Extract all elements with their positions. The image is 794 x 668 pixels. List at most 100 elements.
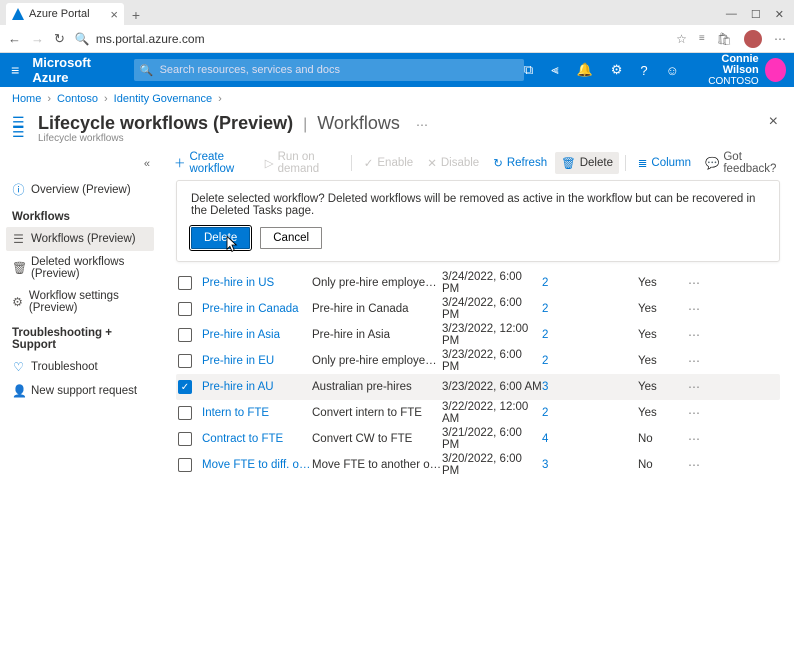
user-menu[interactable]: Connie Wilson CONTOSO — [691, 54, 794, 87]
dialog-message: Delete selected workflow? Deleted workfl… — [191, 193, 765, 217]
hamburger-icon[interactable]: ≡ — [0, 62, 30, 78]
breadcrumb-item[interactable]: Home — [12, 93, 41, 105]
sidebar-item-overview[interactable]: ⓘ Overview (Preview) — [6, 176, 154, 203]
back-icon[interactable]: ← — [8, 31, 21, 46]
maximize-icon[interactable]: ☐ — [751, 8, 761, 21]
workflow-count-link[interactable]: 3 — [542, 459, 638, 471]
workflow-name-link[interactable]: Pre-hire in Asia — [202, 329, 312, 341]
breadcrumb-item[interactable]: Contoso — [57, 93, 98, 105]
cloud-shell-icon[interactable]: ⧉ — [524, 62, 533, 78]
forward-icon[interactable]: → — [31, 31, 44, 46]
global-search[interactable]: 🔍 Search resources, services and docs — [134, 59, 524, 81]
workflow-count-link[interactable]: 2 — [542, 277, 638, 289]
table-row[interactable]: ✓Pre-hire in AUAustralian pre-hires3/23/… — [176, 374, 780, 400]
feedback-icon[interactable]: ☺ — [666, 63, 679, 78]
create-workflow-button[interactable]: ＋Create workflow — [168, 147, 257, 179]
browser-tab[interactable]: Azure Portal × — [6, 3, 124, 25]
workflow-name-link[interactable]: Pre-hire in US — [202, 277, 312, 289]
row-more-icon[interactable]: ⋯ — [688, 458, 701, 472]
new-tab-button[interactable]: + — [124, 7, 148, 25]
notifications-icon[interactable]: 🔔 — [577, 62, 593, 78]
workflow-count-link[interactable]: 2 — [542, 303, 638, 315]
sidebar-item-workflows[interactable]: ☰ Workflows (Preview) — [6, 227, 154, 251]
table-row[interactable]: Pre-hire in EUOnly pre-hire employees in… — [176, 348, 780, 374]
delete-button[interactable]: 🗑Delete — [555, 152, 619, 174]
breadcrumb-item[interactable]: Identity Governance — [114, 93, 212, 105]
extensions-icon[interactable]: ≡ — [699, 33, 705, 44]
row-checkbox[interactable]: ✓ — [178, 380, 192, 394]
row-more-icon[interactable]: ⋯ — [688, 302, 701, 316]
table-row[interactable]: Contract to FTEConvert CW to FTE3/21/202… — [176, 426, 780, 452]
address-bar[interactable]: 🔍 ms.portal.azure.com — [75, 32, 666, 46]
collapse-sidebar-icon[interactable]: « — [6, 156, 154, 176]
table-row[interactable]: Move FTE to diff. org.Move FTE to anothe… — [176, 452, 780, 478]
column-button[interactable]: ≣Column — [632, 152, 697, 174]
sidebar-item-label: New support request — [31, 385, 137, 397]
sidebar-item-deleted[interactable]: 🗑 Deleted workflows (Preview) — [6, 251, 154, 285]
close-tab-icon[interactable]: × — [110, 7, 118, 22]
row-more-icon[interactable]: ⋯ — [688, 276, 701, 290]
workflow-date: 3/24/2022, 6:00 PM — [442, 271, 542, 295]
check-icon: ✓ — [364, 156, 374, 170]
row-more-icon[interactable]: ⋯ — [688, 380, 701, 394]
row-more-icon[interactable]: ⋯ — [688, 406, 701, 420]
feedback-button[interactable]: 💬Got feedback? — [699, 147, 784, 179]
workflow-count-link[interactable]: 4 — [542, 433, 638, 445]
reading-list-icon[interactable]: ☆ — [676, 32, 687, 46]
filter-icon[interactable]: ⫷ — [551, 62, 558, 78]
row-checkbox[interactable] — [178, 406, 192, 420]
workflow-schedule: Yes — [638, 355, 688, 367]
confirm-delete-button[interactable]: Delete — [191, 227, 250, 249]
workflow-name-link[interactable]: Move FTE to diff. org. — [202, 459, 312, 471]
row-more-icon[interactable]: ⋯ — [688, 354, 701, 368]
table-row[interactable]: Pre-hire in CanadaPre-hire in Canada3/24… — [176, 296, 780, 322]
close-window-icon[interactable]: ✕ — [775, 8, 784, 21]
workflow-count-link[interactable]: 2 — [542, 407, 638, 419]
azure-top-bar: ≡ Microsoft Azure 🔍 Search resources, se… — [0, 53, 794, 87]
workflow-count-link[interactable]: 3 — [542, 381, 638, 393]
minimize-icon[interactable]: — — [726, 8, 737, 21]
sidebar: « ⓘ Overview (Preview) Workflows ☰ Workf… — [0, 148, 160, 668]
page-section: Workflows — [317, 113, 400, 134]
sidebar-item-settings[interactable]: ⚙ Workflow settings (Preview) — [6, 285, 154, 319]
disable-button: ✕Disable — [421, 152, 485, 174]
row-more-icon[interactable]: ⋯ — [688, 432, 701, 446]
more-icon[interactable]: ⋯ — [410, 118, 428, 132]
shopping-icon[interactable]: 🛍 — [717, 32, 732, 46]
brand-label[interactable]: Microsoft Azure — [30, 55, 133, 85]
page-subtitle: Lifecycle workflows — [38, 133, 428, 144]
workflows-table: Pre-hire in USOnly pre-hire employees in… — [168, 270, 794, 478]
row-more-icon[interactable]: ⋯ — [688, 328, 701, 342]
workflow-name-link[interactable]: Intern to FTE — [202, 407, 312, 419]
heart-icon: ♡ — [12, 360, 25, 374]
azure-favicon — [12, 8, 24, 20]
settings-icon[interactable]: ⚙ — [611, 62, 623, 78]
profile-avatar-icon[interactable] — [744, 30, 762, 48]
workflow-name-link[interactable]: Pre-hire in AU — [202, 381, 312, 393]
row-checkbox[interactable] — [178, 302, 192, 316]
table-row[interactable]: Intern to FTEConvert intern to FTE3/22/2… — [176, 400, 780, 426]
sidebar-item-support[interactable]: 👤 New support request — [6, 379, 154, 403]
user-name: Connie Wilson — [691, 54, 759, 76]
workflow-name-link[interactable]: Pre-hire in EU — [202, 355, 312, 367]
help-icon[interactable]: ? — [640, 63, 647, 78]
more-icon[interactable]: ⋯ — [774, 32, 786, 46]
row-checkbox[interactable] — [178, 328, 192, 342]
workflow-count-link[interactable]: 2 — [542, 355, 638, 367]
cancel-button[interactable]: Cancel — [260, 227, 322, 249]
close-blade-icon[interactable]: × — [769, 113, 782, 131]
workflow-name-link[interactable]: Pre-hire in Canada — [202, 303, 312, 315]
trash-icon: 🗑 — [561, 156, 576, 170]
row-checkbox[interactable] — [178, 458, 192, 472]
workflow-name-link[interactable]: Contract to FTE — [202, 433, 312, 445]
row-checkbox[interactable] — [178, 354, 192, 368]
refresh-button[interactable]: ↻Refresh — [487, 152, 553, 174]
workflow-count-link[interactable]: 2 — [542, 329, 638, 341]
refresh-icon[interactable]: ↻ — [54, 31, 65, 47]
sidebar-item-troubleshoot[interactable]: ♡ Troubleshoot — [6, 355, 154, 379]
row-checkbox[interactable] — [178, 432, 192, 446]
workflow-schedule: Yes — [638, 381, 688, 393]
table-row[interactable]: Pre-hire in USOnly pre-hire employees in… — [176, 270, 780, 296]
row-checkbox[interactable] — [178, 276, 192, 290]
table-row[interactable]: Pre-hire in AsiaPre-hire in Asia3/23/202… — [176, 322, 780, 348]
